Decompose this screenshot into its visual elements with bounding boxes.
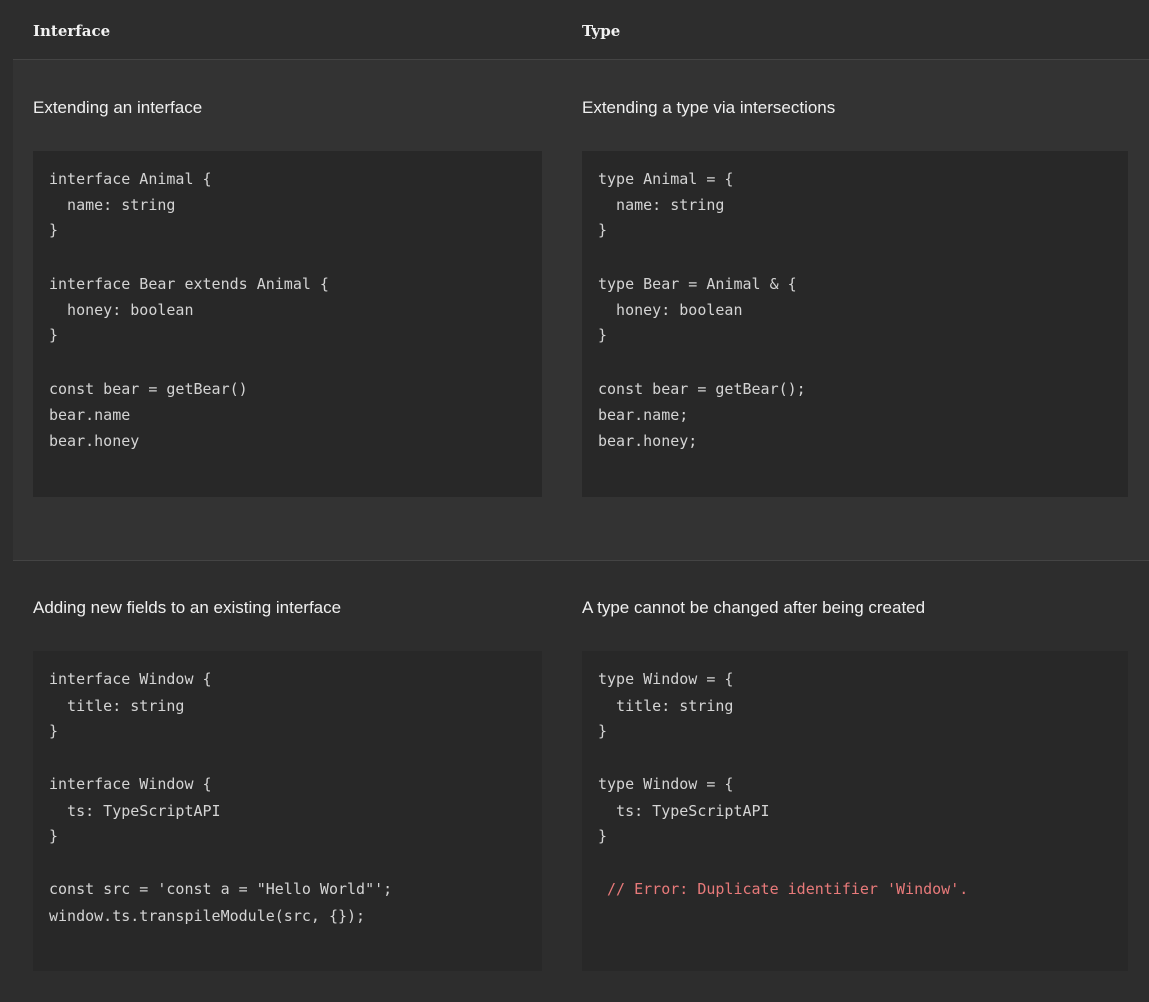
code-line: type Bear = Animal & { xyxy=(598,275,797,293)
cell-title: A type cannot be changed after being cre… xyxy=(582,598,926,617)
code-line: interface Bear extends Animal { xyxy=(49,275,329,293)
code-line: } xyxy=(598,827,608,845)
table-row: Adding new fields to an existing interfa… xyxy=(13,561,1149,1002)
code-line: } xyxy=(49,221,59,239)
table-header: Interface Type xyxy=(13,0,1149,60)
header-interface: Interface xyxy=(33,22,111,40)
code-line: bear.name; xyxy=(598,406,689,424)
cell-title: Extending an interface xyxy=(33,98,203,117)
code-block: interface Animal { name: string } interf… xyxy=(33,151,542,497)
code-line: name: string xyxy=(49,196,176,214)
code-line: } xyxy=(598,326,608,344)
code-line: interface Window { xyxy=(49,670,212,688)
code-line: honey: boolean xyxy=(49,301,194,319)
code-line: bear.honey; xyxy=(598,432,698,450)
code-block: type Window = { title: string } type Win… xyxy=(582,651,1128,971)
code-line: honey: boolean xyxy=(598,301,743,319)
code-line: window.ts.transpileModule(src, {}); xyxy=(49,907,366,925)
comparison-table: Interface Type Extending an interface Ex… xyxy=(13,0,1149,1002)
code-line: title: string xyxy=(49,697,185,715)
code-line: interface Animal { xyxy=(49,170,212,188)
code-line: bear.honey xyxy=(49,432,140,450)
code-line: ts: TypeScriptAPI xyxy=(49,802,221,820)
code-line: ts: TypeScriptAPI xyxy=(598,802,770,820)
table-row: Extending an interface Extending a type … xyxy=(13,60,1149,561)
code-block: interface Window { title: string } inter… xyxy=(33,651,542,971)
code-line: const bear = getBear() xyxy=(49,380,248,398)
code-line: type Window = { xyxy=(598,775,734,793)
code-line: } xyxy=(49,827,59,845)
cell-title: Adding new fields to an existing interfa… xyxy=(33,598,342,617)
code-line: interface Window { xyxy=(49,775,212,793)
code-line: bear.name xyxy=(49,406,131,424)
code-line: } xyxy=(49,326,59,344)
code-line: } xyxy=(49,722,59,740)
code-line: } xyxy=(598,221,608,239)
code-line: title: string xyxy=(598,697,734,715)
code-line: } xyxy=(598,722,608,740)
code-line: const src = 'const a = "Hello World"'; xyxy=(49,880,393,898)
error-comment: // Error: Duplicate identifier 'Window'. xyxy=(598,880,969,898)
code-line: type Animal = { xyxy=(598,170,734,188)
code-line: const bear = getBear(); xyxy=(598,380,806,398)
code-line: type Window = { xyxy=(598,670,734,688)
cell-title: Extending a type via intersections xyxy=(582,98,836,117)
code-line: name: string xyxy=(598,196,725,214)
code-block: type Animal = { name: string } type Bear… xyxy=(582,151,1128,497)
header-type: Type xyxy=(582,22,621,40)
